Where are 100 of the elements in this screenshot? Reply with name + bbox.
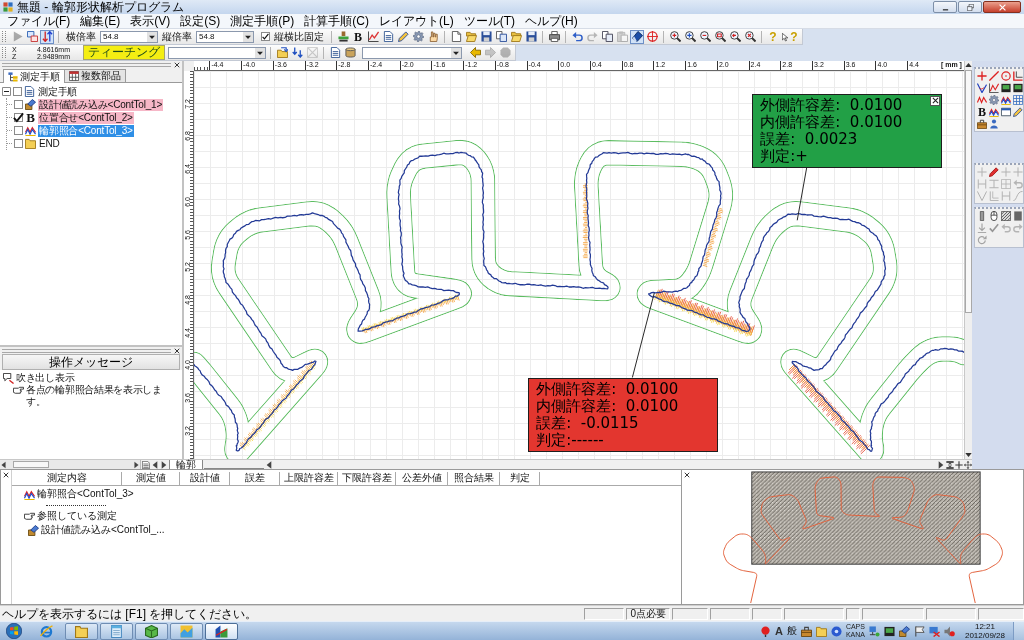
- chart-icon[interactable]: [367, 31, 379, 42]
- arrow-right-icon[interactable]: [133, 460, 140, 469]
- speaker-mute-icon[interactable]: [943, 625, 955, 637]
- corner-icon[interactable]: [1013, 71, 1023, 81]
- arrow-up-icon[interactable]: [965, 61, 972, 69]
- open-folder-icon[interactable]: [465, 31, 477, 42]
- save-icon[interactable]: [480, 31, 492, 42]
- close-icon[interactable]: [174, 347, 180, 354]
- database-icon[interactable]: [344, 47, 356, 58]
- zoom-previous-icon[interactable]: [729, 31, 741, 42]
- taskbar-button[interactable]: [65, 622, 98, 640]
- next-icon[interactable]: [937, 460, 945, 469]
- dropdown-field[interactable]: [362, 46, 462, 59]
- hand-icon[interactable]: [427, 31, 439, 42]
- close-icon[interactable]: [684, 472, 690, 478]
- collapse-icon[interactable]: [2, 87, 11, 96]
- toolbox-icon[interactable]: [977, 119, 987, 129]
- plus-icon[interactable]: [955, 460, 963, 469]
- gear-icon[interactable]: [989, 95, 999, 105]
- column-header[interactable]: 判定: [500, 472, 540, 485]
- menu-item[interactable]: ファイル(F): [2, 14, 76, 28]
- ime-mode[interactable]: 般: [786, 625, 797, 637]
- checkbox[interactable]: [14, 139, 23, 148]
- zoom-in-icon[interactable]: [669, 31, 681, 42]
- callout-box[interactable]: 外側許容差: 0.0100 内側許容差: 0.0100 誤差: 0.0023 判定:+: [752, 93, 943, 168]
- close-button[interactable]: [983, 1, 1021, 13]
- pin-icon[interactable]: [759, 625, 771, 637]
- fit-height-icon[interactable]: [946, 460, 954, 469]
- line-icon[interactable]: [989, 71, 999, 81]
- zoom-window-icon[interactable]: [714, 31, 726, 42]
- block-button[interactable]: [1012, 210, 1024, 222]
- column-header[interactable]: 上限許容差: [280, 472, 338, 485]
- column-header[interactable]: 公差外値: [396, 472, 448, 485]
- menu-item[interactable]: 計算手順(C): [299, 14, 374, 28]
- download-button[interactable]: [290, 45, 304, 60]
- clock-time[interactable]: 12:21: [974, 622, 995, 631]
- taskbar-button[interactable]: [205, 622, 238, 640]
- tree-item[interactable]: 設計値読み込み<ContTol_1>: [38, 98, 164, 111]
- new-file-icon[interactable]: [450, 31, 462, 42]
- checkbox[interactable]: [14, 126, 23, 135]
- scale-dropdown[interactable]: 54.8: [100, 30, 158, 43]
- menu-item[interactable]: 測定手順(P): [225, 14, 300, 28]
- menu-item[interactable]: ツール(T): [458, 14, 520, 28]
- plus-icon[interactable]: [977, 71, 987, 81]
- toolbox-icon[interactable]: [898, 625, 910, 637]
- folder-button[interactable]: [275, 45, 289, 60]
- alignment-button[interactable]: B: [351, 29, 365, 44]
- monitor-icon[interactable]: [883, 625, 895, 637]
- start-orb-icon[interactable]: [6, 623, 22, 639]
- clock-date[interactable]: 2012/09/28: [964, 631, 1005, 640]
- dropdown-field[interactable]: [168, 46, 266, 59]
- angle-icon[interactable]: [977, 83, 987, 93]
- alignment-button[interactable]: B: [976, 106, 988, 118]
- document-icon[interactable]: [382, 31, 394, 42]
- minimize-button[interactable]: [933, 1, 957, 13]
- mouse-button[interactable]: [988, 210, 1000, 222]
- column-header[interactable]: 測定内容: [12, 472, 122, 485]
- message-item[interactable]: 吹き出し表示: [16, 372, 75, 384]
- flag-icon[interactable]: [913, 625, 925, 637]
- target-button[interactable]: [645, 29, 659, 44]
- eraser-button[interactable]: [630, 29, 644, 44]
- result-item[interactable]: 輪郭照合<ContTol_3>: [37, 488, 134, 500]
- reference-item[interactable]: 設計値読み込み<ContTol_...: [41, 524, 165, 536]
- copy-button[interactable]: [600, 29, 614, 44]
- wave-icon[interactable]: [1001, 95, 1011, 105]
- horizontal-scrollbar[interactable]: [0, 460, 141, 469]
- circle-icon[interactable]: [1001, 71, 1011, 81]
- arrow-left-icon[interactable]: [0, 460, 7, 469]
- person-icon[interactable]: [989, 119, 999, 129]
- checkbox[interactable]: [261, 32, 270, 41]
- gear-icon[interactable]: [412, 31, 424, 42]
- toolbox-icon[interactable]: [800, 625, 812, 637]
- windows-button[interactable]: [25, 29, 39, 44]
- scroll-left-icon[interactable]: [265, 460, 273, 469]
- menu-item[interactable]: 設定(S): [175, 14, 226, 28]
- column-header[interactable]: 測定値: [122, 472, 180, 485]
- close-icon[interactable]: [3, 472, 9, 478]
- zoom-clear-icon[interactable]: [744, 31, 756, 42]
- callout-box[interactable]: 外側許容差: 0.0100 内側許容差: 0.0100 誤差: -0.0115 判定:------: [528, 377, 719, 452]
- tree-item[interactable]: END: [38, 137, 61, 150]
- column-header[interactable]: 下限許容差: [338, 472, 396, 485]
- sheet-icon[interactable]: [142, 460, 150, 469]
- column-header[interactable]: 設計値: [180, 472, 230, 485]
- panel-tab[interactable]: 測定手順: [3, 69, 65, 83]
- move-icon[interactable]: [964, 460, 972, 469]
- save-icon[interactable]: [525, 31, 537, 42]
- tree-item[interactable]: 測定手順: [37, 85, 79, 98]
- network-icon[interactable]: [868, 625, 880, 637]
- menu-item[interactable]: 編集(E): [75, 14, 126, 28]
- zoom-out-icon[interactable]: [699, 31, 711, 42]
- hatch-button[interactable]: [1000, 210, 1012, 222]
- taskbar-button[interactable]: [135, 622, 168, 640]
- menu-item[interactable]: レイアウト(L): [374, 14, 459, 28]
- checkbox-label[interactable]: 縦横比固定: [274, 30, 324, 43]
- teaching-button[interactable]: ティーチング: [83, 45, 165, 60]
- previous-icon[interactable]: [151, 460, 159, 469]
- folder-icon[interactable]: [815, 625, 827, 637]
- scrollbar-thumb[interactable]: [13, 461, 49, 468]
- documents-icon[interactable]: [495, 31, 507, 42]
- close-button[interactable]: [930, 95, 941, 106]
